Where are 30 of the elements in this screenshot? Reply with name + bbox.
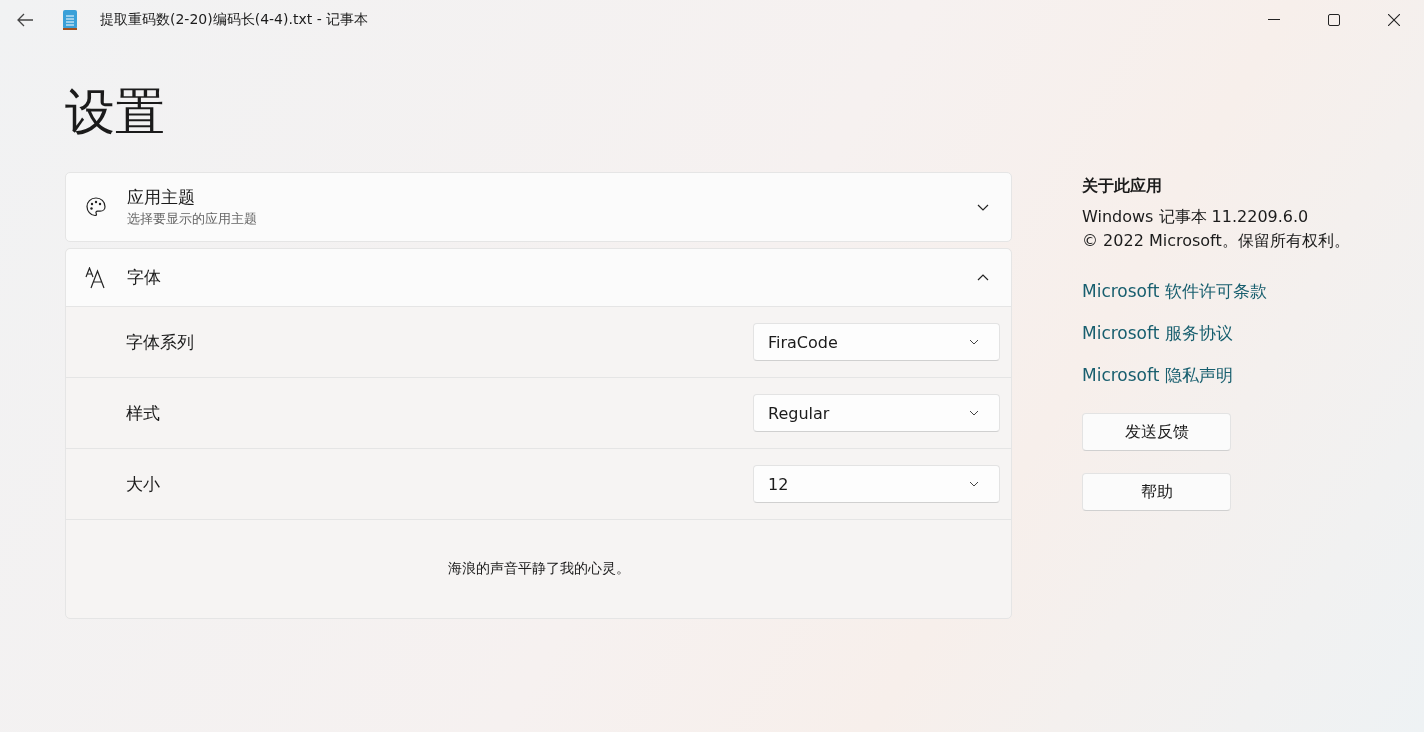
link[interactable]: Microsoft 软件许可条款 bbox=[1082, 279, 1267, 303]
font-header[interactable]: 字体 bbox=[66, 249, 1011, 307]
link[interactable]: Microsoft 服务协议 bbox=[1082, 321, 1267, 345]
section-subtitle: 选择要显示的应用主题 bbox=[127, 210, 258, 228]
dropdown[interactable]: FiraCode bbox=[753, 323, 1000, 361]
link[interactable]: Microsoft 隐私声明 bbox=[1082, 363, 1267, 387]
about-heading: 关于此应用 bbox=[1082, 176, 1162, 197]
setting-label: 字体系列 bbox=[126, 330, 195, 354]
chevron-icon bbox=[969, 339, 979, 345]
page-title: 设置 bbox=[65, 82, 166, 143]
setting-label: 大小 bbox=[126, 472, 161, 496]
chevron-icon bbox=[977, 203, 989, 211]
window-title: 提取重码数(2-20)编码长(4-4).txt - 记事本 bbox=[100, 11, 369, 29]
action-button[interactable]: 发送反馈 bbox=[1082, 413, 1231, 451]
dropdown[interactable]: Regular bbox=[753, 394, 1000, 432]
chevron-icon bbox=[977, 274, 989, 281]
section-title: 应用主题 bbox=[127, 186, 196, 209]
preview-text: 海浪的声音平静了我的心灵。 bbox=[447, 560, 630, 578]
copyright-text: © 2022 Microsoft。保留所有权利。 bbox=[1082, 230, 1350, 252]
setting-label: 样式 bbox=[126, 401, 161, 425]
dropdown[interactable]: 12 bbox=[753, 465, 1000, 503]
palette-icon bbox=[85, 196, 107, 218]
action-button[interactable]: 帮助 bbox=[1082, 473, 1231, 511]
theme-card[interactable]: 应用主题 选择要显示的应用主题 bbox=[65, 172, 1012, 242]
chevron-icon bbox=[969, 410, 979, 416]
section-title: 字体 bbox=[127, 266, 162, 289]
font-icon bbox=[85, 266, 107, 289]
notepad-icon bbox=[62, 9, 78, 31]
chevron-icon bbox=[969, 481, 979, 487]
version-text: Windows 记事本 11.2209.6.0 bbox=[1082, 206, 1309, 228]
